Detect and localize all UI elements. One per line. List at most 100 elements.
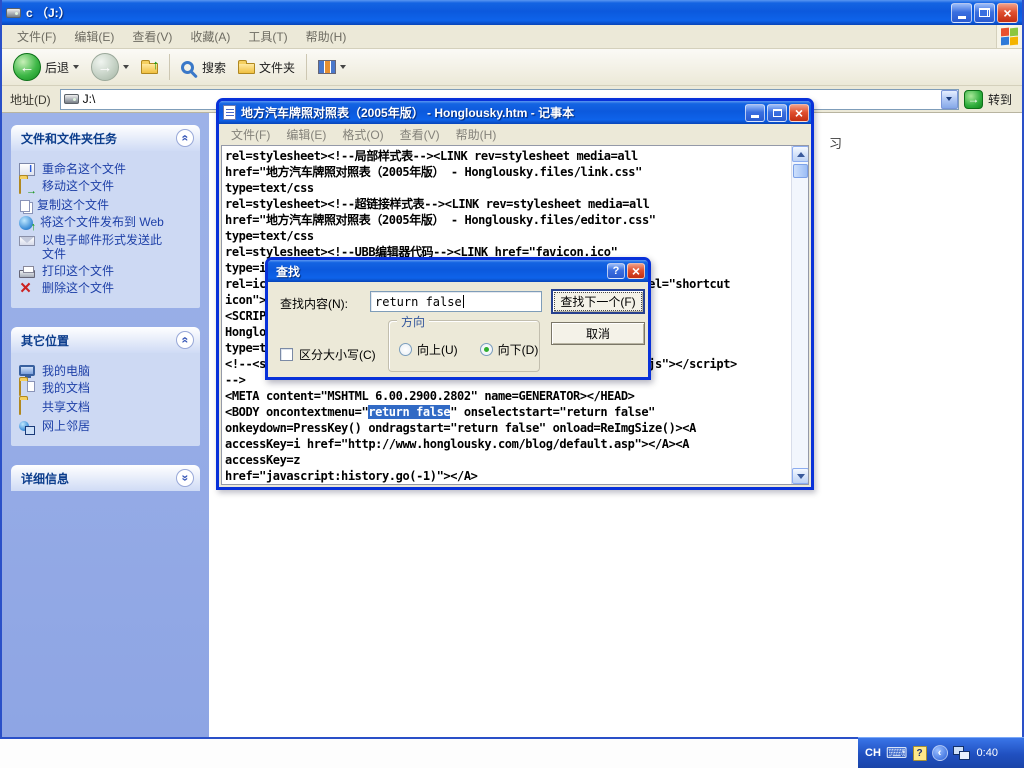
vertical-scrollbar[interactable] [791, 146, 808, 484]
maximize-icon [773, 109, 782, 117]
folders-icon [238, 63, 255, 74]
notepad-icon [223, 105, 236, 120]
task-link[interactable]: 删除这个文件 [19, 281, 194, 297]
close-button[interactable]: × [997, 3, 1018, 23]
notepad-titlebar[interactable]: 地方汽车牌照对照表（2005年版） - Honglousky.htm - 记事本… [219, 101, 811, 124]
desktop: c （J:） × 文件(F)编辑(E)查看(V)收藏(A)工具(T)帮助(H) … [0, 0, 1024, 768]
explorer-titlebar[interactable]: c （J:） × [2, 0, 1022, 25]
find-next-button[interactable]: 查找下一个(F) [551, 289, 645, 314]
menu-item[interactable]: 格式(O) [334, 126, 391, 144]
close-button[interactable]: × [789, 104, 809, 122]
task-link[interactable]: 我的电脑 [19, 364, 194, 378]
other-places-header[interactable]: 其它位置 « [11, 327, 200, 353]
network-icon[interactable] [953, 746, 970, 760]
minimize-button[interactable] [951, 3, 972, 23]
task-link-label: 将这个文件发布到 Web [40, 215, 164, 229]
folders-button[interactable]: 文件夹 [233, 51, 300, 83]
match-case-checkbox[interactable]: 区分大小写(C) [280, 346, 376, 363]
publish-web-icon [19, 216, 33, 230]
scrollbar-thumb[interactable] [793, 164, 808, 178]
menu-item[interactable]: 文件(F) [8, 27, 65, 47]
expand-chevron-icon[interactable]: » [176, 469, 194, 487]
address-label: 地址(D) [6, 91, 55, 108]
task-link[interactable]: 我的文档 [19, 381, 194, 397]
help-button[interactable]: ? [607, 263, 625, 279]
task-link[interactable]: 以电子邮件形式发送此文件 [19, 233, 194, 261]
task-link[interactable]: 共享文档 [19, 400, 194, 416]
drive-icon [6, 8, 21, 18]
print-icon [19, 270, 35, 278]
toolbar-separator [169, 54, 170, 80]
task-link[interactable]: 复制这个文件 [19, 198, 194, 212]
restore-icon [979, 8, 990, 17]
system-tray: CH ⌨ ? ‹ 0:40 [858, 737, 1024, 768]
clock[interactable]: 0:40 [977, 747, 998, 759]
my-documents-icon [19, 381, 35, 397]
hide-icons-chevron-icon[interactable]: ‹ [932, 745, 948, 761]
minimize-icon [958, 16, 966, 19]
menu-item[interactable]: 工具(T) [239, 27, 296, 47]
task-link[interactable]: 网上邻居 [19, 419, 194, 435]
find-dialog-titlebar[interactable]: 查找 ? × [268, 260, 648, 282]
direction-up-radio[interactable]: 向上(U) [399, 341, 458, 358]
menu-item[interactable]: 编辑(E) [65, 27, 123, 47]
close-button[interactable]: × [627, 263, 645, 279]
task-link-label: 复制这个文件 [37, 198, 109, 212]
menu-item[interactable]: 帮助(H) [448, 126, 505, 144]
menu-item[interactable]: 帮助(H) [297, 27, 356, 47]
toolbar-separator [306, 54, 307, 80]
chevron-down-icon [797, 474, 805, 479]
go-icon[interactable]: → [964, 90, 983, 109]
windows-logo-icon [996, 25, 1022, 48]
menu-item[interactable]: 查看(V) [392, 126, 448, 144]
task-link[interactable]: 重命名这个文件 [19, 162, 194, 176]
close-icon: × [795, 106, 803, 120]
help-icon[interactable]: ? [913, 746, 927, 761]
search-button[interactable]: 搜索 [176, 51, 231, 83]
email-icon [19, 236, 35, 246]
up-folder-icon: ↑ [141, 63, 158, 74]
task-link[interactable]: 将这个文件发布到 Web [19, 215, 194, 230]
find-dialog-title: 查找 [276, 263, 605, 280]
maximize-button[interactable] [767, 104, 787, 122]
task-link[interactable]: 移动这个文件 [19, 179, 194, 195]
file-tasks-header[interactable]: 文件和文件夹任务 « [11, 125, 200, 151]
shared-documents-icon [19, 400, 35, 416]
back-icon: ← [13, 53, 41, 81]
details-header[interactable]: 详细信息 » [11, 465, 200, 491]
scroll-up-button[interactable] [792, 146, 809, 162]
up-button[interactable]: ↑ [136, 51, 163, 83]
menu-item[interactable]: 收藏(A) [181, 27, 239, 47]
address-dropdown-button[interactable] [941, 90, 958, 109]
restore-button[interactable] [974, 3, 995, 23]
minimize-button[interactable] [745, 104, 765, 122]
copy-icon [20, 200, 30, 212]
cancel-button[interactable]: 取消 [551, 322, 645, 345]
checkbox-icon [280, 348, 293, 361]
forward-button[interactable]: → [86, 51, 134, 83]
collapse-chevron-icon[interactable]: « [176, 129, 194, 147]
task-link-label: 以电子邮件形式发送此文件 [42, 233, 172, 261]
menu-item[interactable]: 编辑(E) [278, 126, 334, 144]
ime-indicator[interactable]: CH [865, 747, 881, 759]
file-label-fragment: 习 [829, 133, 842, 152]
views-dropdown-icon [340, 65, 346, 69]
find-what-input[interactable]: return false [370, 291, 542, 312]
views-button[interactable] [313, 51, 351, 83]
task-link-label: 打印这个文件 [42, 264, 114, 278]
my-computer-icon [19, 365, 35, 376]
direction-groupbox: 方向 向上(U) 向下(D) [388, 320, 540, 372]
scroll-down-button[interactable] [792, 468, 809, 484]
menu-item[interactable]: 文件(F) [223, 126, 278, 144]
menu-item[interactable]: 查看(V) [123, 27, 181, 47]
direction-down-radio[interactable]: 向下(D) [480, 341, 539, 358]
back-button[interactable]: ← 后退 [8, 51, 84, 83]
task-link[interactable]: 打印这个文件 [19, 264, 194, 278]
collapse-chevron-icon[interactable]: « [176, 331, 194, 349]
keyboard-icon[interactable]: ⌨ [886, 746, 908, 761]
go-button[interactable]: 转到 [988, 91, 1018, 108]
task-link-label: 移动这个文件 [42, 179, 114, 193]
radio-selected-icon [480, 343, 493, 356]
views-icon [318, 60, 336, 74]
move-icon [19, 179, 35, 195]
